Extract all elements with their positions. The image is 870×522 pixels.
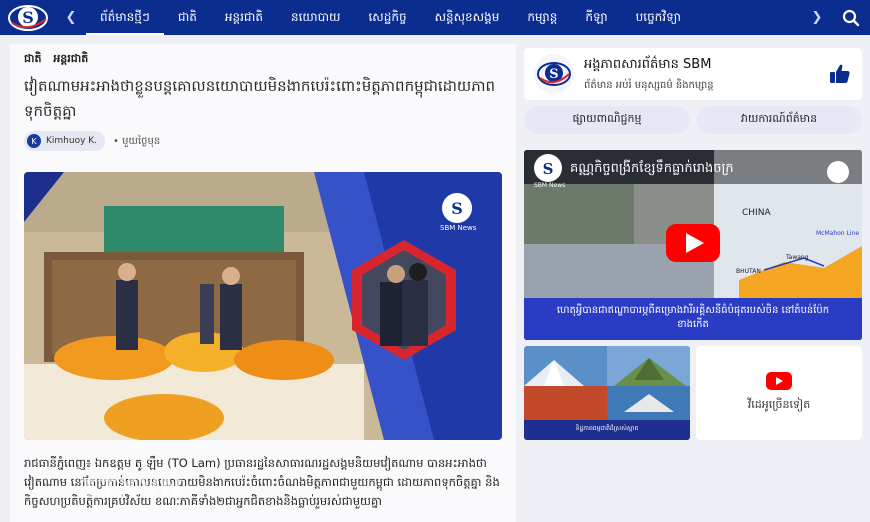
video-caption: ហេតុអ្វីបានជាឥណ្ឌាបារម្ភពីគម្រោងវារីអគ្គ…: [524, 298, 862, 340]
svg-text:S: S: [451, 199, 463, 218]
publish-time: • មួយថ្ងៃមុន: [113, 135, 161, 147]
top-nav-bar: S ❮ ព័ត៌មានថ្មីៗ ជាតិ អន្តរជាតិ នយោបាយ ស…: [0, 0, 870, 35]
main-nav: ព័ត៌មានថ្មីៗ ជាតិ អន្តរជាតិ នយោបាយ សេដ្ឋ…: [86, 0, 802, 35]
site-logo[interactable]: S: [0, 0, 56, 35]
nav-item-national[interactable]: ជាតិ: [164, 0, 211, 35]
page-name: អង្គភាពសារព័ត៌មាន SBM: [584, 56, 712, 72]
thumbs-up-icon[interactable]: [828, 62, 852, 86]
hero-logo-label: SBM News: [440, 224, 477, 232]
nav-item-entertainment[interactable]: កម្សាន្ត: [513, 0, 571, 35]
report-news-button[interactable]: វាយការណ៍ព័ត៌មាន: [696, 106, 862, 134]
nav-item-latest[interactable]: ព័ត៌មានថ្មីៗ: [86, 0, 164, 35]
nav-item-international[interactable]: អន្តរជាតិ: [211, 0, 277, 35]
page-subtitle: ព័ត៌មាន អប់រំ មនុស្សធម៌ និងកម្សាន្ត: [584, 79, 714, 91]
nav-item-social-security[interactable]: សន្តិសុខសង្គម: [421, 0, 514, 35]
map-label-china: CHINA: [742, 208, 771, 218]
page-card[interactable]: S អង្គភាពសារព័ត៌មាន SBM ព័ត៌មាន អប់រំ មន…: [524, 48, 862, 100]
video-title: គណ្ណកិច្ចពង្រីកខ្សែទឹកធ្លាក់រោងចក្រ: [570, 161, 734, 176]
chevron-right-icon[interactable]: ❯: [802, 10, 832, 25]
video-channel-label: SBM News: [534, 182, 566, 189]
hero-illustration: S: [24, 172, 502, 440]
sidebar: S អង្គភាពសារព័ត៌មាន SBM ព័ត៌មាន អប់រំ មន…: [524, 44, 864, 522]
page-info: អង្គភាពសារព័ត៌មាន SBM ព័ត៌មាន អប់រំ មនុស…: [584, 56, 828, 93]
watermark: TTXVN: [80, 474, 183, 504]
article-categories: ជាតិ អន្តរជាតិ: [24, 52, 96, 68]
category-international[interactable]: អន្តរជាតិ: [53, 52, 88, 65]
nav-item-politics[interactable]: នយោបាយ: [277, 0, 355, 35]
more-videos-label: វីដេអូច្រើនទៀត: [747, 398, 811, 411]
nav-item-technology[interactable]: បច្ចេកវិទ្យា: [622, 0, 695, 35]
svg-text:S: S: [22, 8, 34, 27]
search-icon: [842, 9, 860, 26]
map-label-mcmahon: McMahon Line: [816, 230, 860, 237]
article-hero-image: S SBM News: [24, 172, 502, 440]
search-button[interactable]: [832, 9, 870, 27]
article-panel: ជាតិ អន្តរជាតិ វៀតណាមអះអាងថាខ្លួនបន្តគោល…: [10, 44, 516, 522]
sbm-logo-icon: S: [537, 62, 571, 86]
category-national[interactable]: ជាតិ: [24, 52, 41, 65]
youtube-icon: [766, 372, 792, 390]
chevron-left-icon[interactable]: ❮: [56, 10, 86, 25]
article-title: វៀតណាមអះអាងថាខ្លួនបន្តគោលនយោបាយមិនងាកបេរ…: [24, 77, 496, 120]
map-label-tawang: Tawang: [786, 254, 809, 261]
page-logo: S: [534, 54, 574, 94]
nav-item-sports[interactable]: កីឡា: [571, 0, 621, 35]
video-embed[interactable]: S គណ្ណកិច្ចពង្រីកខ្សែទឹកធ្លាក់រោងចក្រ SB…: [524, 150, 862, 340]
svg-text:S: S: [543, 160, 554, 178]
publish-time-text: មួយថ្ងៃមុន: [122, 135, 161, 147]
sbm-logo-icon: S: [8, 4, 48, 31]
map-label-bhutan: BHUTAN: [736, 268, 761, 275]
thumbnail-caption: ទិដ្ឋភាពធម្មជាតិដ៏ស្រស់ស្អាត: [575, 425, 639, 432]
article-meta: K Kimhuoy K. • មួយថ្ងៃមុន: [24, 131, 160, 151]
video-thumbnail-card[interactable]: ទិដ្ឋភាពធម្មជាតិដ៏ស្រស់ស្អាត: [524, 346, 690, 440]
advertise-button[interactable]: ផ្សាយពាណិជ្ជកម្ម: [524, 106, 690, 134]
nav-item-economy[interactable]: សេដ្ឋកិច្ច: [354, 0, 420, 35]
avatar: K: [27, 134, 41, 148]
svg-text:S: S: [549, 67, 558, 82]
more-videos-card[interactable]: វីដេអូច្រើនទៀត: [696, 346, 862, 440]
author-name: Kimhuoy K.: [46, 136, 98, 146]
author-chip[interactable]: K Kimhuoy K.: [24, 131, 106, 151]
